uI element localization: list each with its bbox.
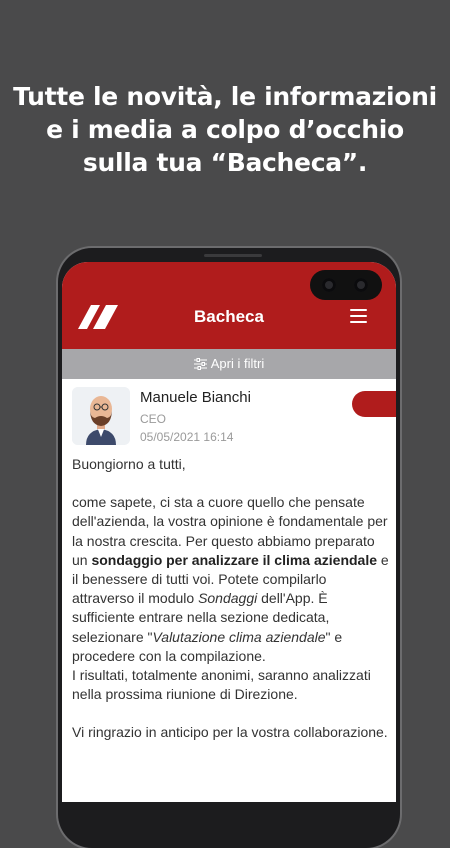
post-paragraph-2: I risultati, totalmente anonimi, saranno… <box>72 667 371 703</box>
hamburger-menu-icon[interactable] <box>350 309 367 323</box>
author-role: CEO <box>140 412 167 426</box>
post-paragraph-1: come sapete, ci sta a cuore quello che p… <box>72 494 389 664</box>
post-card[interactable]: Manuele Bianchi CEO 05/05/2021 16:14 Buo… <box>62 379 396 802</box>
sondaggi-module-name: Sondaggi <box>198 590 258 607</box>
camera-cutout <box>310 270 382 300</box>
post-greeting: Buongiorno a tutti, <box>72 456 186 472</box>
post-date: 05/05/2021 16:14 <box>140 430 234 444</box>
avatar[interactable] <box>72 387 130 445</box>
filter-label: Apri i filtri <box>210 356 265 371</box>
camera-lens-icon <box>354 278 368 292</box>
camera-lens-icon <box>322 278 336 292</box>
author-name: Manuele Bianchi <box>140 389 251 406</box>
post-body: Buongiorno a tutti, come sapete, ci sta … <box>72 455 390 743</box>
headline-line-3: sulla tua “Bacheca”. <box>82 148 368 177</box>
promo-headline: Tutte le novità, le informazioni e i med… <box>0 80 450 179</box>
headline-line-2: e i media a colpo d’occhio <box>46 115 404 144</box>
phone-speaker <box>204 254 262 257</box>
post-category-tag[interactable] <box>352 391 396 417</box>
post-paragraph-3: Vi ringrazio in anticipo per la vostra c… <box>72 724 388 741</box>
survey-highlight: sondaggio per analizzare il clima aziend… <box>91 551 378 568</box>
survey-title: Valutazione clima aziendale <box>152 628 326 645</box>
app-header: Bacheca <box>62 262 396 349</box>
phone-screen: Bacheca Apri i filtri Manuele Bianchi CE… <box>62 262 396 802</box>
filter-bar[interactable]: Apri i filtri <box>62 349 396 379</box>
sliders-icon <box>193 358 207 370</box>
avatar-bearded-man-icon <box>72 387 130 445</box>
headline-line-1: Tutte le novità, le informazioni <box>13 82 437 111</box>
page-title: Bacheca <box>194 307 264 326</box>
